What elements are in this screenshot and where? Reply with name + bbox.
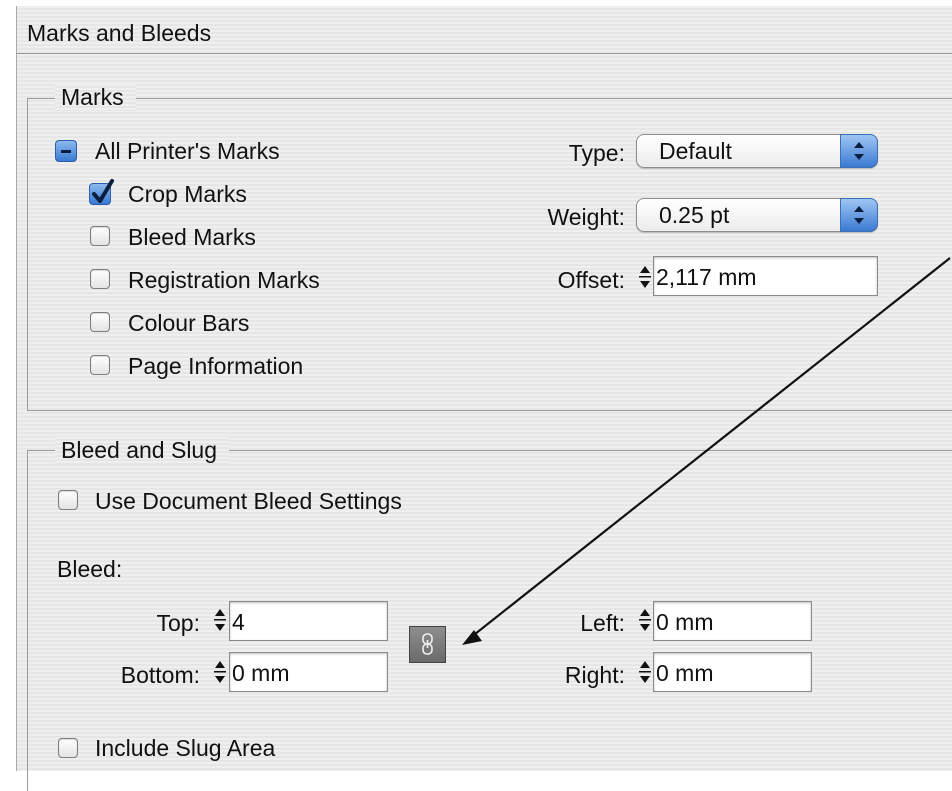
left-stepper-icon[interactable] <box>637 605 653 635</box>
top-stepper-icon[interactable] <box>212 605 228 635</box>
right-stepper-icon[interactable] <box>637 657 653 687</box>
left-value: 0 mm <box>656 609 714 635</box>
right-value: 0 mm <box>656 660 714 686</box>
left-field[interactable]: 0 mm <box>653 601 812 641</box>
offset-value: 2,117 mm <box>656 264 757 290</box>
dialog-title: Marks and Bleeds <box>27 20 212 46</box>
page-information-label: Page Information <box>128 353 304 379</box>
bottom-label: Bottom: <box>120 662 200 688</box>
all-printers-marks-checkbox[interactable] <box>55 140 77 162</box>
all-printers-marks-label: All Printer's Marks <box>95 138 280 164</box>
colour-bars-checkbox[interactable] <box>90 312 110 332</box>
chain-link-icon <box>422 633 433 655</box>
include-slug-area-label: Include Slug Area <box>95 735 276 761</box>
weight-popup-value: 0.25 pt <box>659 202 730 228</box>
right-label: Right: <box>564 662 625 688</box>
top-value: 4 <box>232 609 245 635</box>
crop-marks-checkbox[interactable] <box>89 179 114 205</box>
use-document-bleed-label: Use Document Bleed Settings <box>95 488 402 514</box>
link-button[interactable] <box>409 626 446 663</box>
type-popup-value: Default <box>659 138 732 164</box>
weight-label: Weight: <box>547 204 625 230</box>
title-divider <box>17 53 952 54</box>
checkmark-icon <box>92 179 114 203</box>
bleed-slug-legend: Bleed and Slug <box>55 437 230 464</box>
left-label: Left: <box>580 610 625 636</box>
bleed-marks-checkbox[interactable] <box>90 226 110 246</box>
top-label: Top: <box>156 610 200 636</box>
type-popup[interactable]: Default <box>636 134 878 168</box>
offset-stepper-icon[interactable] <box>637 262 653 292</box>
bleed-marks-label: Bleed Marks <box>128 224 256 250</box>
registration-marks-label: Registration Marks <box>128 267 320 293</box>
crop-marks-label: Crop Marks <box>128 181 247 207</box>
offset-label: Offset: <box>557 267 625 293</box>
weight-popup[interactable]: 0.25 pt <box>636 198 878 232</box>
colour-bars-label: Colour Bars <box>128 310 250 336</box>
marks-legend: Marks <box>55 84 136 111</box>
include-slug-area-checkbox[interactable] <box>58 738 78 758</box>
popup-arrows-icon <box>840 134 878 168</box>
bottom-stepper-icon[interactable] <box>212 657 228 687</box>
use-document-bleed-checkbox[interactable] <box>58 490 78 510</box>
bottom-value: 0 mm <box>232 660 290 686</box>
bleed-section-label: Bleed: <box>57 556 123 582</box>
bottom-field[interactable]: 0 mm <box>229 652 388 692</box>
popup-arrows-icon <box>840 198 878 232</box>
offset-field[interactable]: 2,117 mm <box>653 256 878 296</box>
right-field[interactable]: 0 mm <box>653 652 812 692</box>
page-information-checkbox[interactable] <box>90 355 110 375</box>
registration-marks-checkbox[interactable] <box>90 269 110 289</box>
type-label: Type: <box>568 140 625 166</box>
top-field[interactable]: 4 <box>229 601 388 641</box>
